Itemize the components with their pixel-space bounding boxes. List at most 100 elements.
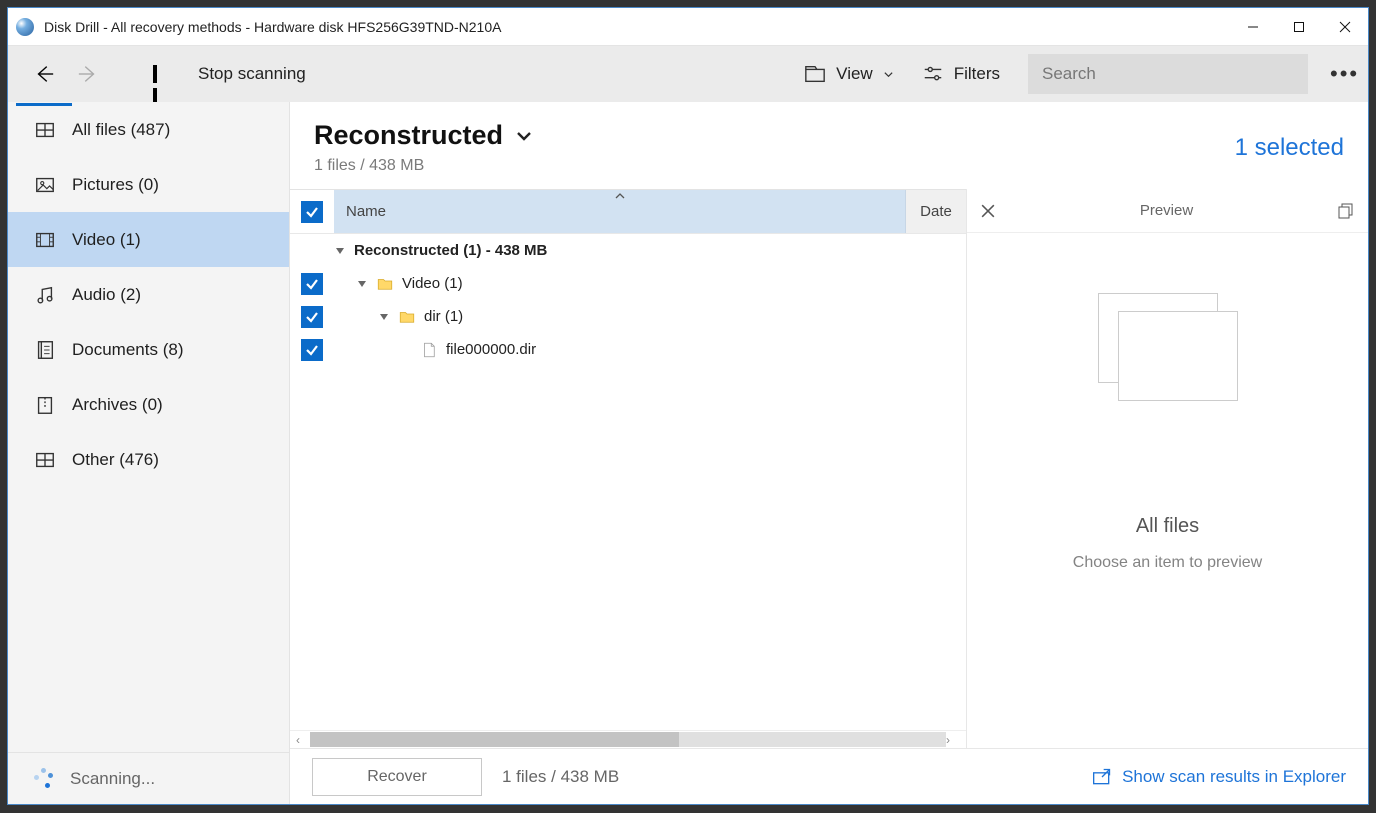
- search-placeholder: Search: [1042, 64, 1096, 84]
- column-name[interactable]: Name: [334, 190, 906, 233]
- view-label: View: [836, 64, 873, 84]
- chevron-down-icon: [883, 69, 894, 80]
- section-title: Reconstructed: [314, 120, 503, 151]
- row-checkbox[interactable]: [290, 306, 334, 328]
- row-label: dir (1): [424, 308, 463, 325]
- back-button[interactable]: [26, 56, 62, 92]
- external-folder-icon: [1092, 767, 1112, 787]
- preview-state-sub: Choose an item to preview: [1073, 554, 1262, 572]
- search-input[interactable]: Search: [1028, 54, 1308, 94]
- forward-button[interactable]: [70, 56, 106, 92]
- preview-panel: Preview All files Choose an item to prev…: [966, 189, 1368, 748]
- tree-row-3[interactable]: file000000.dir: [290, 333, 966, 366]
- row-label: file000000.dir: [446, 341, 536, 358]
- row-checkbox[interactable]: [290, 273, 334, 295]
- maximize-button[interactable]: [1276, 8, 1322, 46]
- window-controls: [1230, 8, 1368, 46]
- filters-label: Filters: [954, 64, 1000, 84]
- sidebar-list: All files (487) Pictures (0) Video (1) Audi…: [8, 102, 289, 752]
- copy-icon[interactable]: [1338, 203, 1354, 219]
- sidebar-item-6[interactable]: Other (476): [8, 432, 289, 487]
- pause-button[interactable]: [140, 56, 176, 92]
- sidebar-item-4[interactable]: Documents (8): [8, 322, 289, 377]
- select-all-checkbox[interactable]: [290, 190, 334, 233]
- tree-row-1[interactable]: Video (1): [290, 267, 966, 300]
- scroll-right-icon[interactable]: ›: [946, 733, 960, 747]
- grid-icon: [34, 119, 56, 141]
- sidebar-item-label: Video (1): [72, 230, 141, 250]
- sidebar-item-label: All files (487): [72, 120, 170, 140]
- filters-button[interactable]: Filters: [908, 54, 1014, 94]
- content-header: Reconstructed 1 files / 438 MB 1 selecte…: [290, 102, 1368, 189]
- column-date[interactable]: Date: [906, 190, 966, 233]
- section-dropdown[interactable]: Reconstructed: [314, 120, 1235, 151]
- close-icon[interactable]: [981, 204, 995, 218]
- more-button[interactable]: •••: [1316, 54, 1356, 94]
- column-date-label: Date: [920, 203, 952, 220]
- image-icon: [34, 174, 56, 196]
- app-icon: [16, 18, 34, 36]
- stop-scanning-label[interactable]: Stop scanning: [198, 64, 306, 84]
- minimize-button[interactable]: [1230, 8, 1276, 46]
- sidebar-item-2[interactable]: Video (1): [8, 212, 289, 267]
- status-text: Scanning...: [70, 769, 155, 789]
- explorer-link-label: Show scan results in Explorer: [1122, 767, 1346, 787]
- sidebar-item-1[interactable]: Pictures (0): [8, 157, 289, 212]
- app-window: Disk Drill - All recovery methods - Hard…: [7, 7, 1369, 805]
- main-panel: Reconstructed 1 files / 438 MB 1 selecte…: [290, 102, 1368, 804]
- recover-label: Recover: [367, 768, 427, 786]
- recover-button[interactable]: Recover: [312, 758, 482, 796]
- folder-icon: [376, 275, 394, 293]
- spinner-icon: [32, 768, 54, 790]
- list-area: Name Date Reconstructed (1) - 438 MB Vide…: [290, 189, 1368, 748]
- preview-title: Preview: [995, 202, 1338, 219]
- row-checkbox[interactable]: [290, 339, 334, 361]
- sort-asc-icon: [614, 192, 626, 200]
- footer-info: 1 files / 438 MB: [502, 767, 619, 787]
- preview-thumb-icon: [1098, 293, 1238, 403]
- expand-icon[interactable]: [334, 245, 346, 257]
- sidebar-item-3[interactable]: Audio (2): [8, 267, 289, 322]
- expand-icon[interactable]: [378, 311, 390, 323]
- preview-state-title: All files: [1136, 515, 1199, 538]
- titlebar: Disk Drill - All recovery methods - Hard…: [8, 8, 1368, 46]
- music-icon: [34, 284, 56, 306]
- selected-count: 1 selected: [1235, 134, 1344, 162]
- row-label: Video (1): [402, 275, 463, 292]
- sidebar-item-label: Documents (8): [72, 340, 183, 360]
- sidebar-item-0[interactable]: All files (487): [8, 102, 289, 157]
- sidebar-item-label: Other (476): [72, 450, 159, 470]
- file-list: Name Date Reconstructed (1) - 438 MB Vide…: [290, 189, 966, 748]
- sidebar-item-label: Pictures (0): [72, 175, 159, 195]
- tree-rows: Reconstructed (1) - 438 MB Video (1) dir (…: [290, 234, 966, 730]
- chevron-down-icon: [515, 127, 533, 145]
- sidebar-item-5[interactable]: Archives (0): [8, 377, 289, 432]
- tree-row-2[interactable]: dir (1): [290, 300, 966, 333]
- row-label: Reconstructed (1) - 438 MB: [354, 242, 547, 259]
- body: All files (487) Pictures (0) Video (1) Audi…: [8, 102, 1368, 804]
- section-subtitle: 1 files / 438 MB: [314, 157, 1235, 175]
- scroll-left-icon[interactable]: ‹: [296, 733, 310, 747]
- show-in-explorer-link[interactable]: Show scan results in Explorer: [1092, 767, 1346, 787]
- folder-icon: [398, 308, 416, 326]
- file-icon: [420, 341, 438, 359]
- grid-icon: [34, 449, 56, 471]
- tree-row-0[interactable]: Reconstructed (1) - 438 MB: [290, 234, 966, 267]
- sidebar-item-label: Audio (2): [72, 285, 141, 305]
- close-button[interactable]: [1322, 8, 1368, 46]
- zip-icon: [34, 394, 56, 416]
- expand-icon[interactable]: [356, 278, 368, 290]
- footer: Recover 1 files / 438 MB Show scan resul…: [290, 748, 1368, 804]
- ellipsis-icon: •••: [1330, 61, 1359, 87]
- sidebar: All files (487) Pictures (0) Video (1) Audi…: [8, 102, 290, 804]
- doc-icon: [34, 339, 56, 361]
- column-name-label: Name: [346, 203, 386, 220]
- preview-body: All files Choose an item to preview: [967, 233, 1368, 748]
- window-title: Disk Drill - All recovery methods - Hard…: [44, 19, 1230, 35]
- view-menu[interactable]: View: [790, 54, 908, 94]
- sliders-icon: [922, 63, 944, 85]
- preview-header: Preview: [967, 189, 1368, 233]
- sidebar-item-label: Archives (0): [72, 395, 163, 415]
- horizontal-scrollbar[interactable]: ‹ ›: [290, 730, 966, 748]
- status-bar: Scanning...: [8, 752, 289, 804]
